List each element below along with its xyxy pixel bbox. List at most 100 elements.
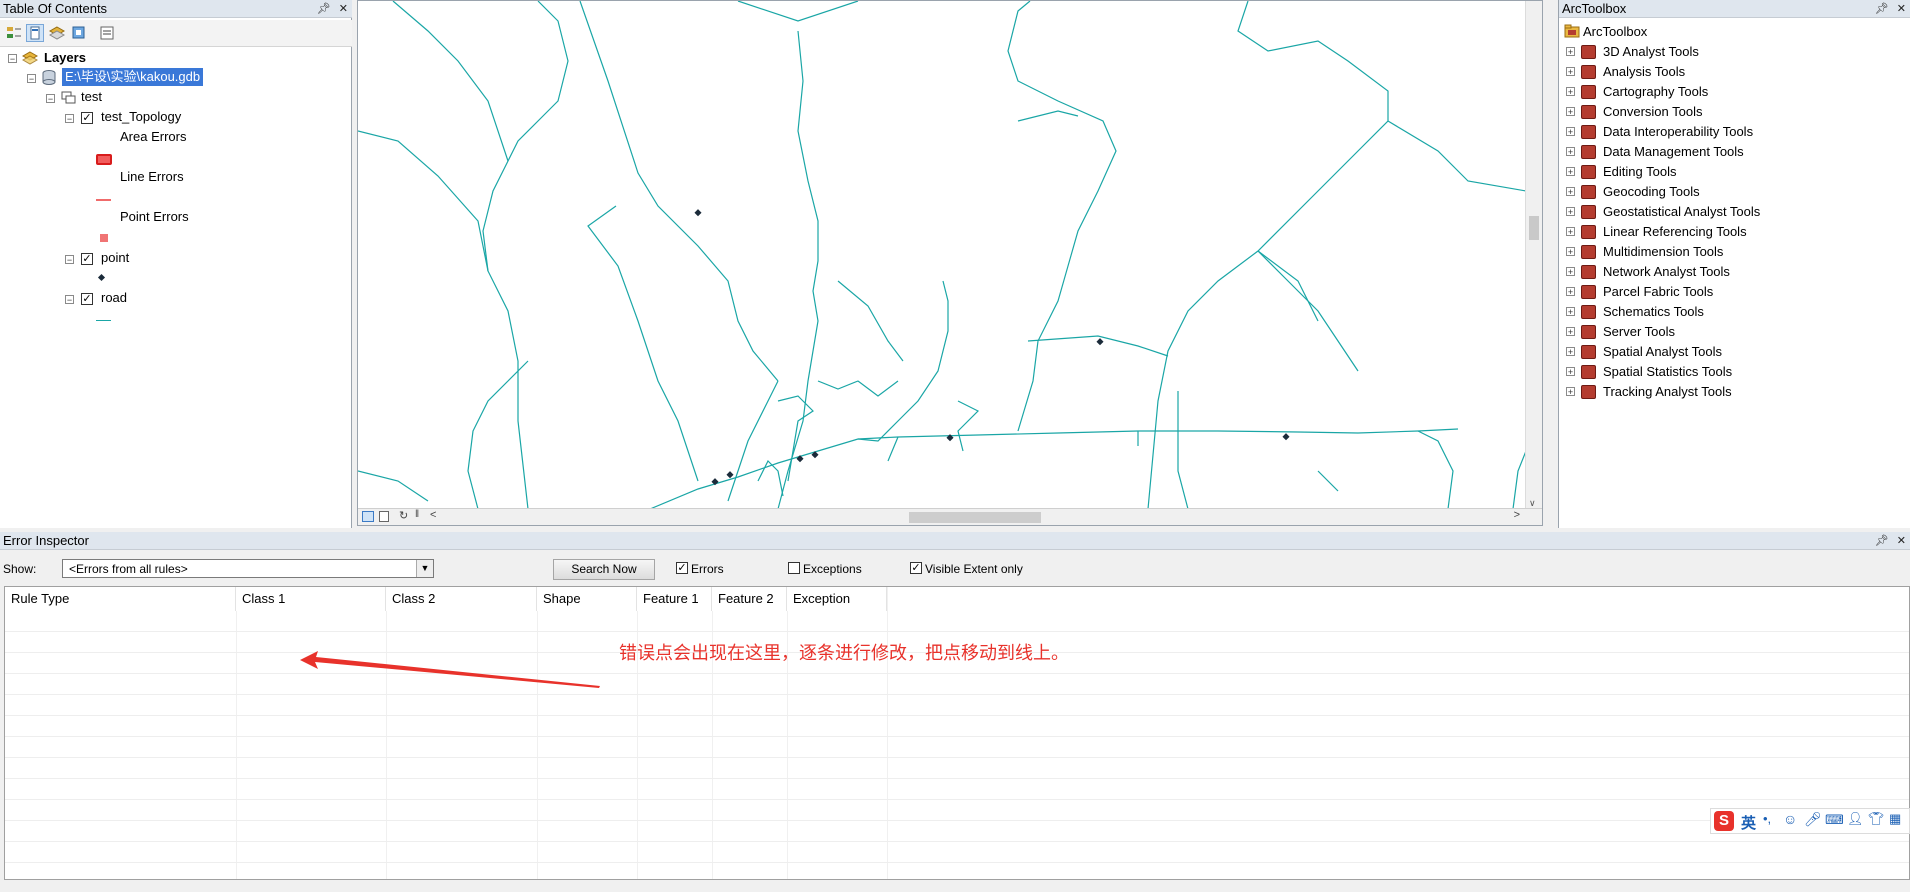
toolbox-item[interactable]: 3D Analyst Tools	[1603, 42, 1699, 62]
column-header-class-1[interactable]: Class 1	[236, 587, 386, 611]
column-header-exception[interactable]: Exception	[787, 587, 887, 611]
expand-icon[interactable]: +	[1566, 47, 1575, 57]
road-network[interactable]	[358, 1, 1526, 509]
table-row[interactable]	[5, 799, 1909, 800]
close-icon[interactable]: ✕	[339, 3, 348, 15]
expand-icon[interactable]: +	[1566, 87, 1575, 97]
keyboard-icon[interactable]: ⌨	[1825, 812, 1844, 828]
toolbox-item[interactable]: Data Management Tools	[1603, 142, 1744, 162]
column-header-class-2[interactable]: Class 2	[386, 587, 537, 611]
line-error-symbol[interactable]	[96, 199, 111, 201]
refresh-icon[interactable]: ↻	[399, 509, 408, 522]
column-header-feature-2[interactable]: Feature 2	[712, 587, 787, 611]
collapse-icon[interactable]: −	[65, 114, 74, 124]
chevron-down-icon[interactable]: ▼	[416, 560, 433, 577]
exceptions-checkbox[interactable]	[788, 562, 800, 574]
emoji-icon[interactable]: ☺	[1783, 811, 1797, 827]
expand-icon[interactable]: +	[1566, 267, 1575, 277]
column-header-rule-type[interactable]: Rule Type	[5, 587, 236, 611]
toolbox-item[interactable]: Data Interoperability Tools	[1603, 122, 1753, 142]
pin-icon[interactable]: 📌︎	[1875, 535, 1889, 547]
layout-view-icon[interactable]	[379, 511, 389, 522]
road-visibility-checkbox[interactable]: ✓	[81, 293, 93, 305]
expand-icon[interactable]: +	[1566, 327, 1575, 337]
map-vertical-scrollbar[interactable]: ∨	[1525, 1, 1542, 511]
toolbox-item[interactable]: Editing Tools	[1603, 162, 1676, 182]
point-error-symbol[interactable]	[100, 234, 108, 242]
map-point[interactable]	[1096, 338, 1104, 346]
table-row[interactable]	[5, 715, 1909, 716]
scroll-right-icon[interactable]: >	[1514, 509, 1520, 521]
gdb-node[interactable]: E:\毕设\实验\kakou.gdb	[62, 68, 204, 86]
expand-icon[interactable]: +	[1566, 167, 1575, 177]
expand-icon[interactable]: +	[1566, 207, 1575, 217]
expand-icon[interactable]: +	[1566, 67, 1575, 77]
list-by-source-icon[interactable]	[26, 24, 44, 42]
topology-node[interactable]: test_Topology	[101, 108, 181, 126]
pin-icon[interactable]: 📌︎	[317, 3, 331, 15]
map-point[interactable]	[726, 471, 734, 479]
expand-icon[interactable]: +	[1566, 287, 1575, 297]
scroll-left-icon[interactable]: <	[430, 509, 436, 521]
expand-icon[interactable]: +	[1566, 107, 1575, 117]
toolbox-item[interactable]: Geocoding Tools	[1603, 182, 1700, 202]
close-icon[interactable]: ✕	[1897, 535, 1906, 547]
table-row[interactable]	[5, 694, 1909, 695]
map-point[interactable]	[1282, 433, 1290, 441]
map-view[interactable]: ∨ ↻ ‖ < >	[357, 0, 1543, 526]
table-row[interactable]	[5, 736, 1909, 737]
road-symbol[interactable]	[96, 320, 111, 321]
toolbox-item[interactable]: Tracking Analyst Tools	[1603, 382, 1732, 402]
expand-icon[interactable]: +	[1566, 187, 1575, 197]
table-row[interactable]	[5, 673, 1909, 674]
road-layer-node[interactable]: road	[101, 289, 127, 307]
table-row[interactable]	[5, 820, 1909, 821]
toolbox-item[interactable]: Network Analyst Tools	[1603, 262, 1730, 282]
pause-icon[interactable]: ‖	[415, 509, 419, 520]
point-layer-node[interactable]: point	[101, 249, 129, 267]
collapse-icon[interactable]: −	[46, 94, 55, 104]
list-by-visibility-icon[interactable]	[48, 24, 66, 42]
user-icon[interactable]: 👤︎	[1847, 811, 1864, 827]
expand-icon[interactable]: +	[1566, 347, 1575, 357]
toolbox-item[interactable]: Spatial Analyst Tools	[1603, 342, 1722, 362]
errors-checkbox[interactable]: ✓	[676, 562, 688, 574]
expand-icon[interactable]: +	[1566, 247, 1575, 257]
visible-extent-checkbox[interactable]: ✓	[910, 562, 922, 574]
collapse-icon[interactable]: −	[8, 54, 17, 64]
column-header-feature-1[interactable]: Feature 1	[637, 587, 712, 611]
toolbox-item[interactable]: Spatial Statistics Tools	[1603, 362, 1732, 382]
list-by-drawing-order-icon[interactable]	[5, 24, 23, 42]
table-row[interactable]	[5, 778, 1909, 779]
expand-icon[interactable]: +	[1566, 387, 1575, 397]
punctuation-icon[interactable]: •,	[1763, 811, 1771, 826]
ime-toolbar[interactable]: S 英 •, ☺ 🎤︎ ⌨ 👤︎ 👕︎ ▦	[1710, 808, 1910, 834]
options-icon[interactable]	[98, 24, 116, 42]
topology-visibility-checkbox[interactable]: ✓	[81, 112, 93, 124]
list-by-selection-icon[interactable]	[70, 24, 88, 42]
collapse-icon[interactable]: −	[65, 255, 74, 265]
point-symbol[interactable]	[97, 273, 106, 282]
expand-icon[interactable]: +	[1566, 227, 1575, 237]
expand-icon[interactable]: +	[1566, 127, 1575, 137]
toolbox-item[interactable]: Cartography Tools	[1603, 82, 1708, 102]
toolbox-item[interactable]: Parcel Fabric Tools	[1603, 282, 1713, 302]
area-error-symbol[interactable]	[96, 154, 112, 165]
pin-icon[interactable]: 📌︎	[1875, 3, 1889, 15]
table-row[interactable]	[5, 631, 1909, 632]
error-table[interactable]: Rule Type Class 1 Class 2 Shape Feature …	[4, 586, 1910, 880]
expand-icon[interactable]: +	[1566, 307, 1575, 317]
expand-icon[interactable]: +	[1566, 147, 1575, 157]
collapse-icon[interactable]: −	[27, 74, 36, 84]
point-visibility-checkbox[interactable]: ✓	[81, 253, 93, 265]
toolbox-item[interactable]: Schematics Tools	[1603, 302, 1704, 322]
layers-node[interactable]: Layers	[44, 49, 86, 67]
ime-lang-toggle[interactable]: 英	[1741, 812, 1756, 833]
sogou-logo-icon[interactable]: S	[1714, 811, 1734, 831]
data-view-icon[interactable]	[362, 511, 374, 522]
arctoolbox-root[interactable]: ArcToolbox	[1583, 22, 1647, 42]
toolbox-item[interactable]: Conversion Tools	[1603, 102, 1702, 122]
column-header-shape[interactable]: Shape	[537, 587, 637, 611]
map-vertical-scroll-thumb[interactable]	[1529, 216, 1539, 240]
map-horizontal-scroll-thumb[interactable]	[909, 512, 1041, 523]
